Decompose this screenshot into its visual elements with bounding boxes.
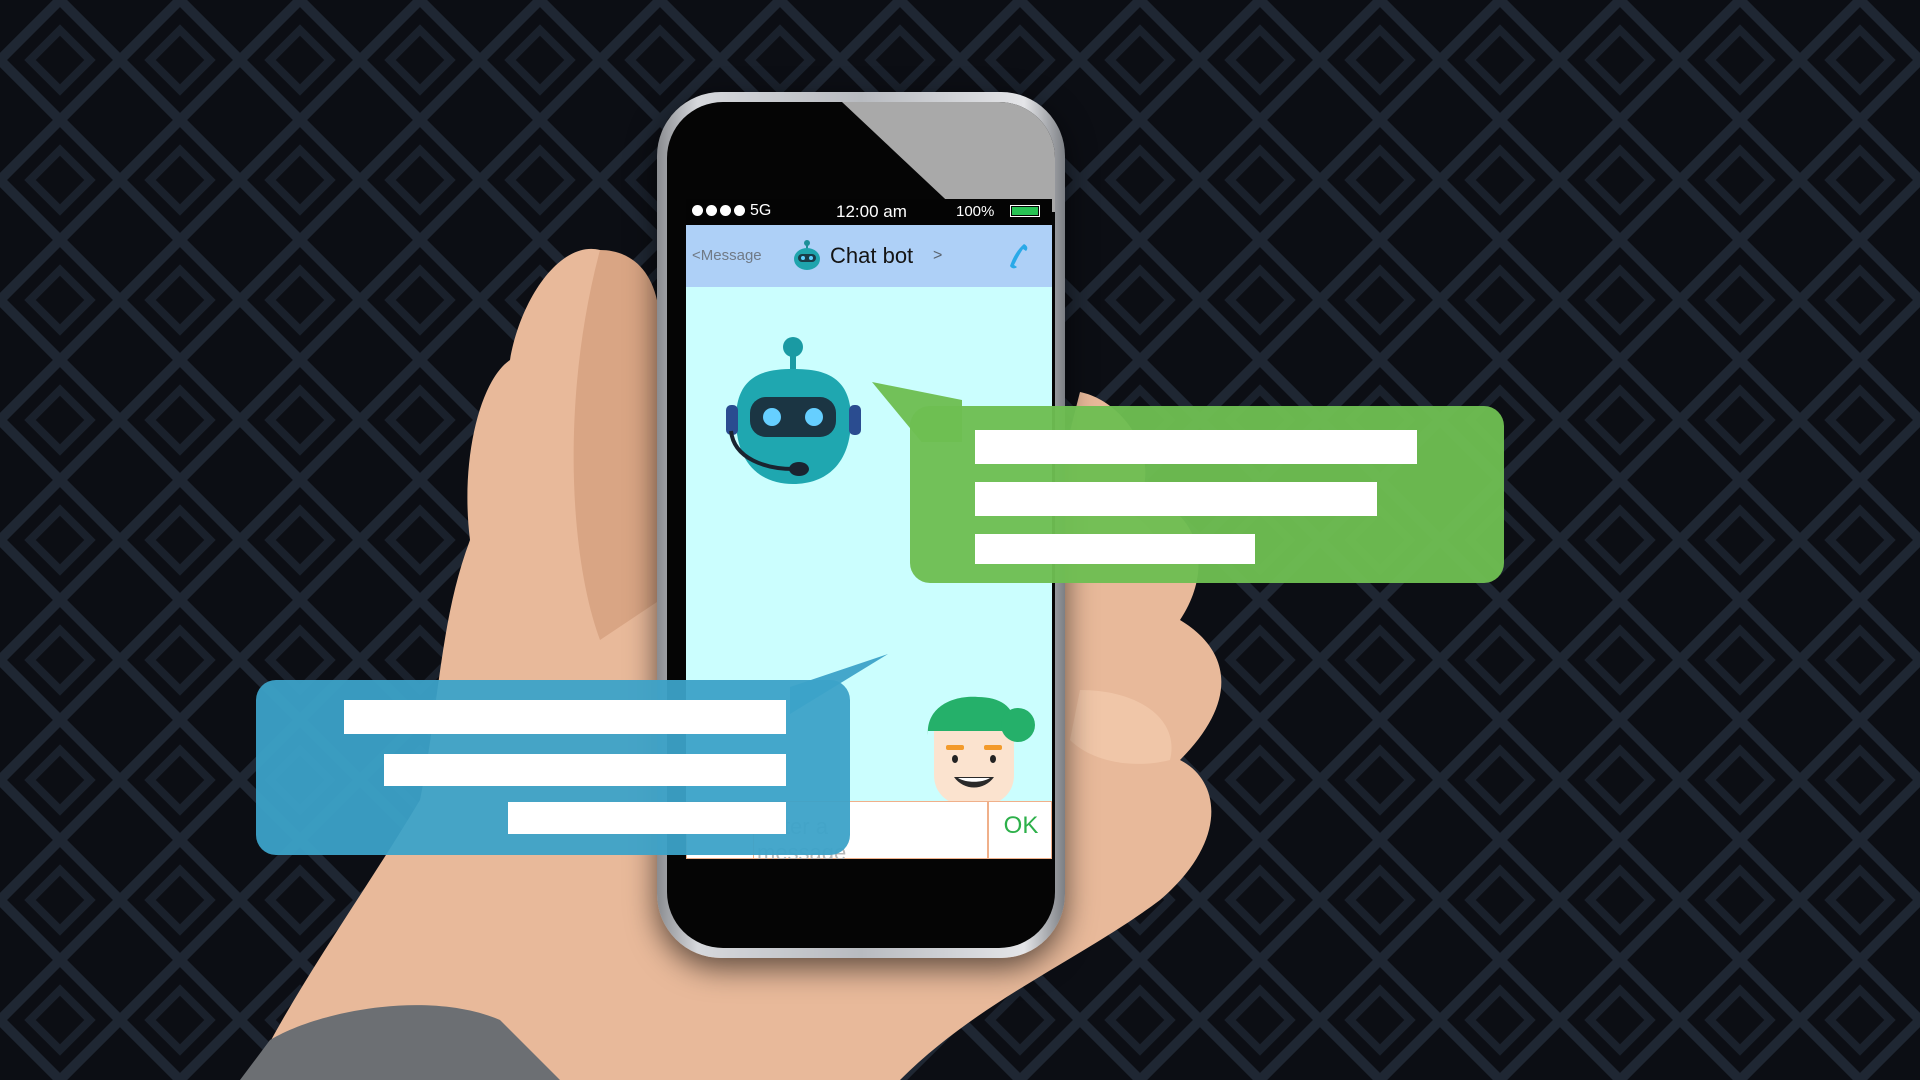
user-message-bubble (256, 680, 850, 855)
status-time: 12:00 am (836, 202, 907, 221)
chatbot-avatar (726, 337, 861, 484)
text-placeholder-line (508, 802, 786, 834)
robot-icon (794, 240, 820, 270)
chevron-right-icon[interactable]: > (933, 247, 942, 265)
text-placeholder-line (344, 700, 786, 734)
back-button[interactable]: <Message (692, 247, 762, 264)
screen-glare (842, 102, 1055, 212)
back-label: Message (700, 247, 762, 264)
network-type: 5G (750, 202, 772, 219)
status-bar: 5G 12:00 am 100% (686, 199, 1052, 225)
text-placeholder-line (975, 482, 1377, 516)
battery-percent: 100% (956, 203, 995, 220)
bot-message-bubble (910, 406, 1504, 583)
battery-icon (1010, 205, 1040, 217)
text-placeholder-line (975, 534, 1255, 564)
phone-icon[interactable] (1004, 241, 1034, 271)
send-button[interactable]: OK (991, 812, 1051, 840)
chat-title[interactable]: Chat bot (830, 243, 913, 269)
signal-strength-icon (692, 205, 745, 216)
chat-header: <Message Chat bot > (686, 225, 1052, 287)
composer-divider (987, 802, 989, 858)
text-placeholder-line (975, 430, 1417, 464)
text-placeholder-line (384, 754, 786, 786)
